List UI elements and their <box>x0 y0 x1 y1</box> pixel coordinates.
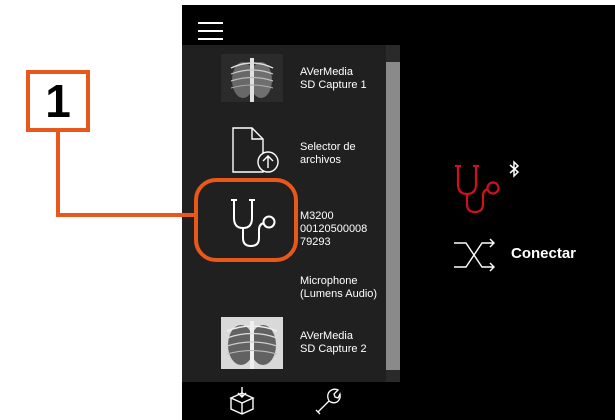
callout-connector <box>56 213 196 217</box>
bluetooth-icon <box>509 160 520 178</box>
menu-hamburger-icon[interactable] <box>198 20 224 42</box>
device-label-file-selector[interactable]: Selector de archivos <box>300 141 356 167</box>
wrench-icon[interactable] <box>313 387 341 415</box>
xray-thumbnail[interactable] <box>221 317 283 369</box>
stethoscope-active-icon <box>455 164 500 214</box>
xray-thumbnail[interactable] <box>221 54 283 102</box>
device-label-avermedia-1[interactable]: AVerMedia SD Capture 1 <box>300 66 367 92</box>
callout-number-badge: 1 <box>26 70 90 132</box>
device-label-avermedia-2[interactable]: AVerMedia SD Capture 2 <box>300 330 367 356</box>
callout-connector <box>56 130 60 216</box>
device-label-microphone[interactable]: Microphone (Lumens Audio) <box>300 275 377 301</box>
scrollbar-thumb[interactable] <box>386 62 400 370</box>
callout-highlight-ring <box>194 178 298 262</box>
file-upload-icon[interactable] <box>230 126 284 176</box>
connect-label[interactable]: Conectar <box>511 245 576 262</box>
connect-shuffle-icon[interactable] <box>452 236 498 274</box>
device-label-m3200[interactable]: M3200 00120500008 79293 <box>300 210 367 249</box>
package-import-icon[interactable] <box>227 386 257 416</box>
